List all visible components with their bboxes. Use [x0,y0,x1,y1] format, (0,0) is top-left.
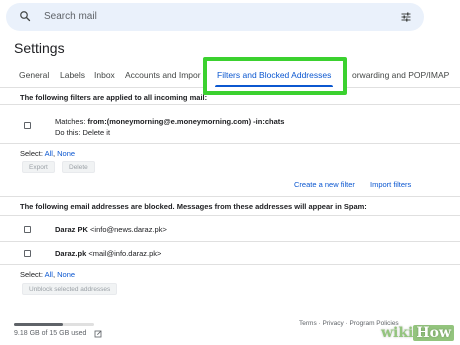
blocked-email: <mail@info.daraz.pk> [88,249,162,258]
blocked-item: Daraz.pk <mail@info.daraz.pk> [55,249,161,258]
search-input[interactable] [44,3,344,31]
divider [0,264,460,265]
tab-forwarding-pop-imap[interactable]: orwarding and POP/IMAP [352,70,449,80]
filter-checkbox[interactable] [24,122,31,129]
divider [0,241,460,242]
tab-accounts-and-import[interactable]: Accounts and Impor [125,70,201,80]
tab-inbox[interactable]: Inbox [94,70,115,80]
divider [0,196,460,197]
filter-action: Do this: Delete it [55,128,111,137]
search-icon[interactable] [19,10,31,22]
blocked-name: Daraz.pk [55,249,87,258]
search-options-icon[interactable] [400,11,412,23]
blocked-email: <info@news.daraz.pk> [90,225,167,234]
wikihow-logo-how: How [413,325,454,341]
unblock-selected-button[interactable]: Unblock selected addresses [22,283,118,295]
filter-matches-label: Matches: [55,117,86,126]
select-all-link[interactable]: All [45,149,53,158]
create-filter-link[interactable]: Create a new filter [294,180,355,189]
blocked-name: Daraz PK [55,225,88,234]
storage-bar [14,323,94,326]
highlight-annotation [203,57,347,95]
filters-heading: The following filters are applied to all… [20,93,208,102]
blocked-heading: The following email addresses are blocke… [20,202,367,211]
blocked-checkbox[interactable] [24,250,31,257]
filters-select-row: Select: All, None [20,149,76,158]
blocked-checkbox[interactable] [24,226,31,233]
wikihow-logo: wiki How [381,325,454,341]
wikihow-logo-wiki: wiki [380,325,414,341]
blocked-select-row: Select: All, None [20,270,76,279]
delete-button[interactable]: Delete [62,161,95,173]
select-all-link[interactable]: All [45,270,53,279]
divider [0,143,460,144]
divider [0,104,460,105]
open-in-new-icon[interactable] [94,330,102,338]
storage-text: 9.18 GB of 15 GB used [14,330,87,337]
import-filters-link[interactable]: Import filters [370,180,411,189]
filter-matches-value: from:(moneymorning@e.moneymorning.com) -… [87,117,285,126]
select-label: Select: [20,149,43,158]
tab-labels[interactable]: Labels [60,70,85,80]
select-label: Select: [20,270,43,279]
storage-bar-fill [14,323,63,326]
search-bar[interactable] [6,3,424,31]
divider [0,215,460,216]
tab-general[interactable]: General [19,70,49,80]
blocked-item: Daraz PK <info@news.daraz.pk> [55,225,167,234]
page-title: Settings [14,40,65,56]
select-none-link[interactable]: None [57,270,75,279]
select-none-link[interactable]: None [57,149,75,158]
export-button[interactable]: Export [22,161,55,173]
filter-matches: Matches: from:(moneymorning@e.moneymorni… [55,117,284,126]
